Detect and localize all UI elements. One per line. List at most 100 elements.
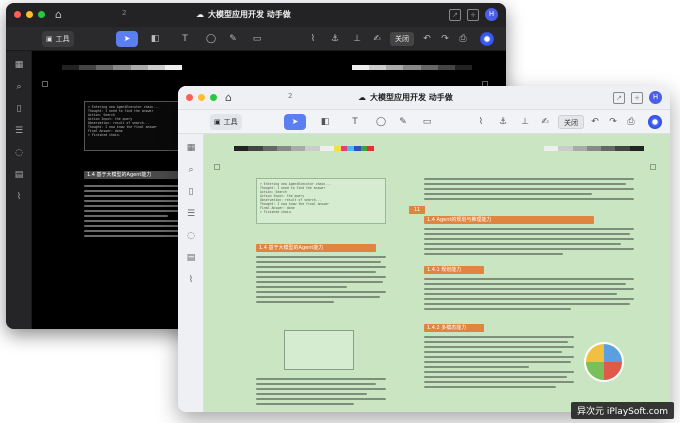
tools-button[interactable]: ▣ 工具 xyxy=(42,31,74,47)
print-icon[interactable]: ⎙ xyxy=(624,115,638,129)
ai-assistant-icon[interactable] xyxy=(648,115,662,129)
ruler-tool-icon[interactable]: ⊥ xyxy=(518,115,532,129)
attach-tool-icon[interactable]: ⌇ xyxy=(306,32,320,46)
outline-icon[interactable]: ☰ xyxy=(185,208,197,220)
thumbnails-icon[interactable]: ▦ xyxy=(185,142,197,154)
add-tab-icon[interactable]: + xyxy=(631,91,643,104)
page-tag: 11 xyxy=(409,206,425,214)
body-text xyxy=(256,256,386,326)
stamp-tool-icon[interactable]: ⚓ xyxy=(496,115,510,129)
document-title: 大模型应用开发 动手做 xyxy=(370,93,453,102)
highlighter-tool-icon[interactable]: ✎ xyxy=(226,32,240,46)
share-icon[interactable]: ↗ xyxy=(449,8,461,21)
document-tab[interactable]: ☁ 大模型应用开发 动手做 xyxy=(358,92,453,103)
document-tab[interactable]: ☁ 大模型应用开发 动手做 xyxy=(196,9,291,20)
select-tool-button[interactable]: ➤ xyxy=(116,31,138,47)
attachments-icon[interactable]: ⌇ xyxy=(185,274,197,286)
text-tool-icon[interactable]: T xyxy=(348,115,362,129)
annotations-icon[interactable]: ◌ xyxy=(185,230,197,242)
signature-tool-icon[interactable]: ✍ xyxy=(370,32,384,46)
share-icon[interactable]: ↗ xyxy=(613,91,625,104)
bookmark-icon[interactable]: ▯ xyxy=(13,103,25,115)
zoom-window-button[interactable] xyxy=(210,94,217,101)
page-tool-icon[interactable]: ▭ xyxy=(420,115,434,129)
color-bar xyxy=(544,146,644,151)
comment-tool-icon[interactable]: ◯ xyxy=(374,115,388,129)
minimize-window-button[interactable] xyxy=(198,94,205,101)
search-icon[interactable]: ⌕ xyxy=(185,164,197,176)
ai-assistant-icon[interactable] xyxy=(480,32,494,46)
search-icon[interactable]: ⌕ xyxy=(13,81,25,93)
close-window-button[interactable] xyxy=(186,94,193,101)
main-toolbar: ▣ 工具 ➤ ◧ T ◯ ✎ ▭ ⌇ ⚓ ⊥ ✍ 关闭 ↶ ↷ ⎙ xyxy=(6,27,506,51)
outline-icon[interactable]: ☰ xyxy=(13,125,25,137)
close-toolbar-button[interactable]: 关闭 xyxy=(558,115,584,129)
thumbnails-icon[interactable]: ▦ xyxy=(13,59,25,71)
left-sidebar: ▦ ⌕ ▯ ☰ ◌ ▤ ⌇ xyxy=(6,51,32,329)
avatar[interactable]: H xyxy=(649,91,662,104)
bookmark-icon[interactable]: ▯ xyxy=(185,186,197,198)
attach-tool-icon[interactable]: ⌇ xyxy=(474,115,488,129)
crop-mark xyxy=(650,164,656,170)
body-text xyxy=(424,228,634,262)
body-text xyxy=(424,178,634,208)
highlighter-tool-icon[interactable]: ✎ xyxy=(396,115,410,129)
pages-icon[interactable]: ▤ xyxy=(13,169,25,181)
attachments-icon[interactable]: ⌇ xyxy=(13,191,25,203)
color-bar xyxy=(62,65,182,70)
left-sidebar: ▦ ⌕ ▯ ☰ ◌ ▤ ⌇ xyxy=(178,134,204,412)
zoom-window-button[interactable] xyxy=(38,11,45,18)
color-bar xyxy=(352,65,472,70)
add-tab-icon[interactable]: + xyxy=(467,8,479,21)
minimize-window-button[interactable] xyxy=(26,11,33,18)
cloud-icon: ☁ xyxy=(358,93,366,102)
subsection-heading: 1.4.2 多模态能力 xyxy=(424,324,484,332)
subsection-heading: 1.4.1 规划能力 xyxy=(424,266,484,274)
stamp-tool-icon[interactable]: ⚓ xyxy=(328,32,342,46)
annotations-icon[interactable]: ◌ xyxy=(13,147,25,159)
titlebar-actions: ↗ + H xyxy=(613,91,662,104)
tools-label: 工具 xyxy=(223,118,238,126)
cloud-icon: ☁ xyxy=(196,10,204,19)
home-icon[interactable]: ⌂ xyxy=(222,91,235,104)
tools-button[interactable]: ▣ 工具 xyxy=(210,114,242,130)
title-bar: ⌂ 2 ☁ 大模型应用开发 动手做 ↗ + H xyxy=(178,86,670,110)
pie-figure xyxy=(584,342,624,382)
page-tool-icon[interactable]: ▭ xyxy=(250,32,264,46)
print-icon[interactable]: ⎙ xyxy=(456,32,470,46)
body-text xyxy=(256,378,386,412)
document-view[interactable]: > Entering new AgentExecutor chain... Th… xyxy=(204,134,670,412)
shape-tool-icon[interactable]: ◧ xyxy=(148,32,162,46)
window-controls xyxy=(186,94,217,101)
color-swatches xyxy=(334,146,375,151)
home-icon[interactable]: ⌂ xyxy=(52,8,65,21)
text-tool-icon[interactable]: T xyxy=(178,32,192,46)
crop-mark xyxy=(42,81,48,87)
toolbox-icon: ▣ xyxy=(46,35,53,43)
select-tool-button[interactable]: ➤ xyxy=(284,114,306,130)
light-app-window: ⌂ 2 ☁ 大模型应用开发 动手做 ↗ + H ▣ 工具 ➤ ◧ T ◯ ✎ ▭ ⌇… xyxy=(178,86,670,412)
redo-icon[interactable]: ↷ xyxy=(438,32,452,46)
color-bar xyxy=(234,146,334,151)
window-controls xyxy=(14,11,45,18)
comment-tool-icon[interactable]: ◯ xyxy=(204,32,218,46)
titlebar-actions: ↗ + H xyxy=(449,8,498,21)
close-window-button[interactable] xyxy=(14,11,21,18)
main-toolbar: ▣ 工具 ➤ ◧ T ◯ ✎ ▭ ⌇ ⚓ ⊥ ✍ 关闭 ↶ ↷ ⎙ xyxy=(178,110,670,134)
section-heading: 1.4 Agent的规划与推理能力 xyxy=(424,216,594,224)
undo-icon[interactable]: ↶ xyxy=(588,115,602,129)
page-number: 2 xyxy=(288,92,293,100)
pages-icon[interactable]: ▤ xyxy=(185,252,197,264)
section-heading: 1.4 基于大模型的Agent能力 xyxy=(256,244,376,252)
redo-icon[interactable]: ↷ xyxy=(606,115,620,129)
body-text xyxy=(424,278,634,320)
ruler-tool-icon[interactable]: ⊥ xyxy=(350,32,364,46)
body-text xyxy=(424,336,574,412)
code-block: > Entering new AgentExecutor chain... Th… xyxy=(256,178,386,224)
page-number: 2 xyxy=(122,9,127,17)
close-toolbar-button[interactable]: 关闭 xyxy=(390,32,414,46)
signature-tool-icon[interactable]: ✍ xyxy=(538,115,552,129)
undo-icon[interactable]: ↶ xyxy=(420,32,434,46)
avatar[interactable]: H xyxy=(485,8,498,21)
shape-tool-icon[interactable]: ◧ xyxy=(318,115,332,129)
